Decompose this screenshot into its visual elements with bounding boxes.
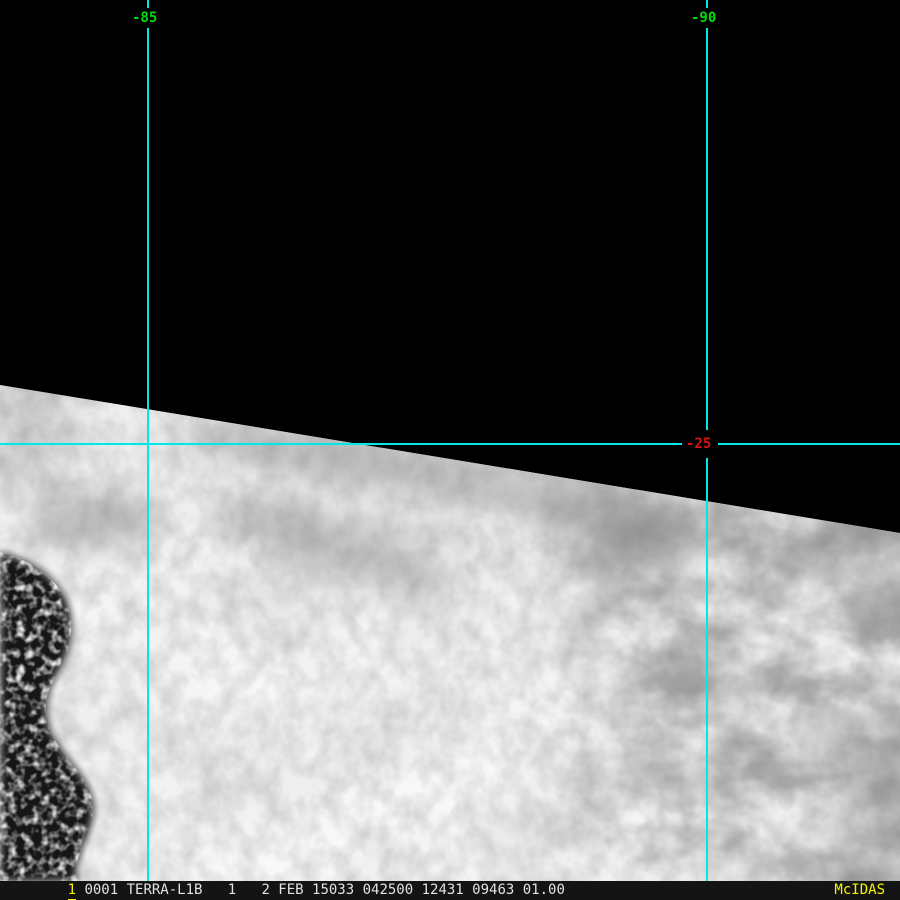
image-info-text: 0001 TERRA-L1B 1 2 FEB 15033 042500 1243… [76, 882, 565, 898]
latitude-label-25: -25 [686, 436, 712, 452]
longitude-label-85: -85 [132, 10, 158, 26]
frame-status-text: 1 0001 TERRA-L1B 1 2 FEB 15033 042500 12… [17, 862, 565, 900]
mcidas-brand-label: McIDAS [834, 882, 885, 898]
frame-number[interactable]: 1 [67, 882, 77, 900]
longitude-label-90: -90 [691, 10, 717, 26]
mcidas-viewer-window: -85 -90 -25 1 0001 TERRA-L1B 1 2 FEB 150… [0, 0, 900, 900]
satellite-image[interactable] [0, 0, 900, 881]
status-bar: 1 0001 TERRA-L1B 1 2 FEB 15033 042500 12… [0, 881, 900, 900]
